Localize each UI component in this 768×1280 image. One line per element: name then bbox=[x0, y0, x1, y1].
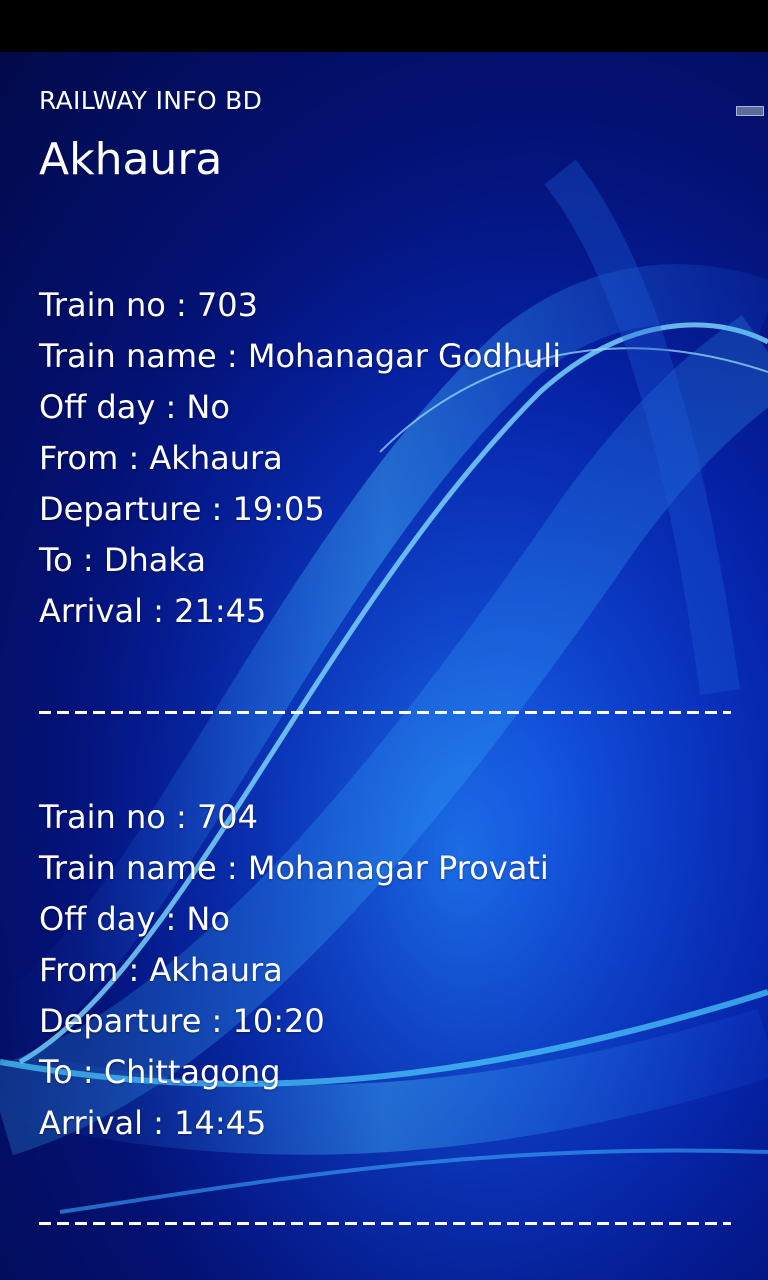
train-name: Train name : Mohanagar Provati bbox=[39, 849, 549, 887]
train-card[interactable]: Train no : 703 Train name : Mohanagar Go… bbox=[39, 280, 739, 637]
train-arrival: Arrival : 21:45 bbox=[39, 592, 267, 630]
train-number: Train no : 703 bbox=[39, 286, 259, 324]
app-title: RAILWAY INFO BD bbox=[39, 86, 263, 115]
train-to: To : Dhaka bbox=[39, 541, 206, 579]
train-card[interactable]: Train no : 704 Train name : Mohanagar Pr… bbox=[39, 792, 739, 1149]
train-departure: Departure : 10:20 bbox=[39, 1002, 325, 1040]
train-number: Train no : 704 bbox=[39, 798, 259, 836]
train-departure: Departure : 19:05 bbox=[39, 490, 325, 528]
train-from: From : Akhaura bbox=[39, 951, 283, 989]
divider bbox=[39, 1222, 731, 1225]
train-off-day: Off day : No bbox=[39, 388, 230, 426]
status-bar bbox=[0, 0, 768, 52]
page-title: Akhaura bbox=[39, 134, 223, 185]
corner-indicator bbox=[736, 106, 764, 116]
train-arrival: Arrival : 14:45 bbox=[39, 1104, 267, 1142]
divider bbox=[39, 711, 731, 714]
train-name: Train name : Mohanagar Godhuli bbox=[39, 337, 562, 375]
train-off-day: Off day : No bbox=[39, 900, 230, 938]
train-from: From : Akhaura bbox=[39, 439, 283, 477]
app-screen: RAILWAY INFO BD Akhaura Train no : 703 T… bbox=[0, 0, 768, 1280]
train-to: To : Chittagong bbox=[39, 1053, 281, 1091]
